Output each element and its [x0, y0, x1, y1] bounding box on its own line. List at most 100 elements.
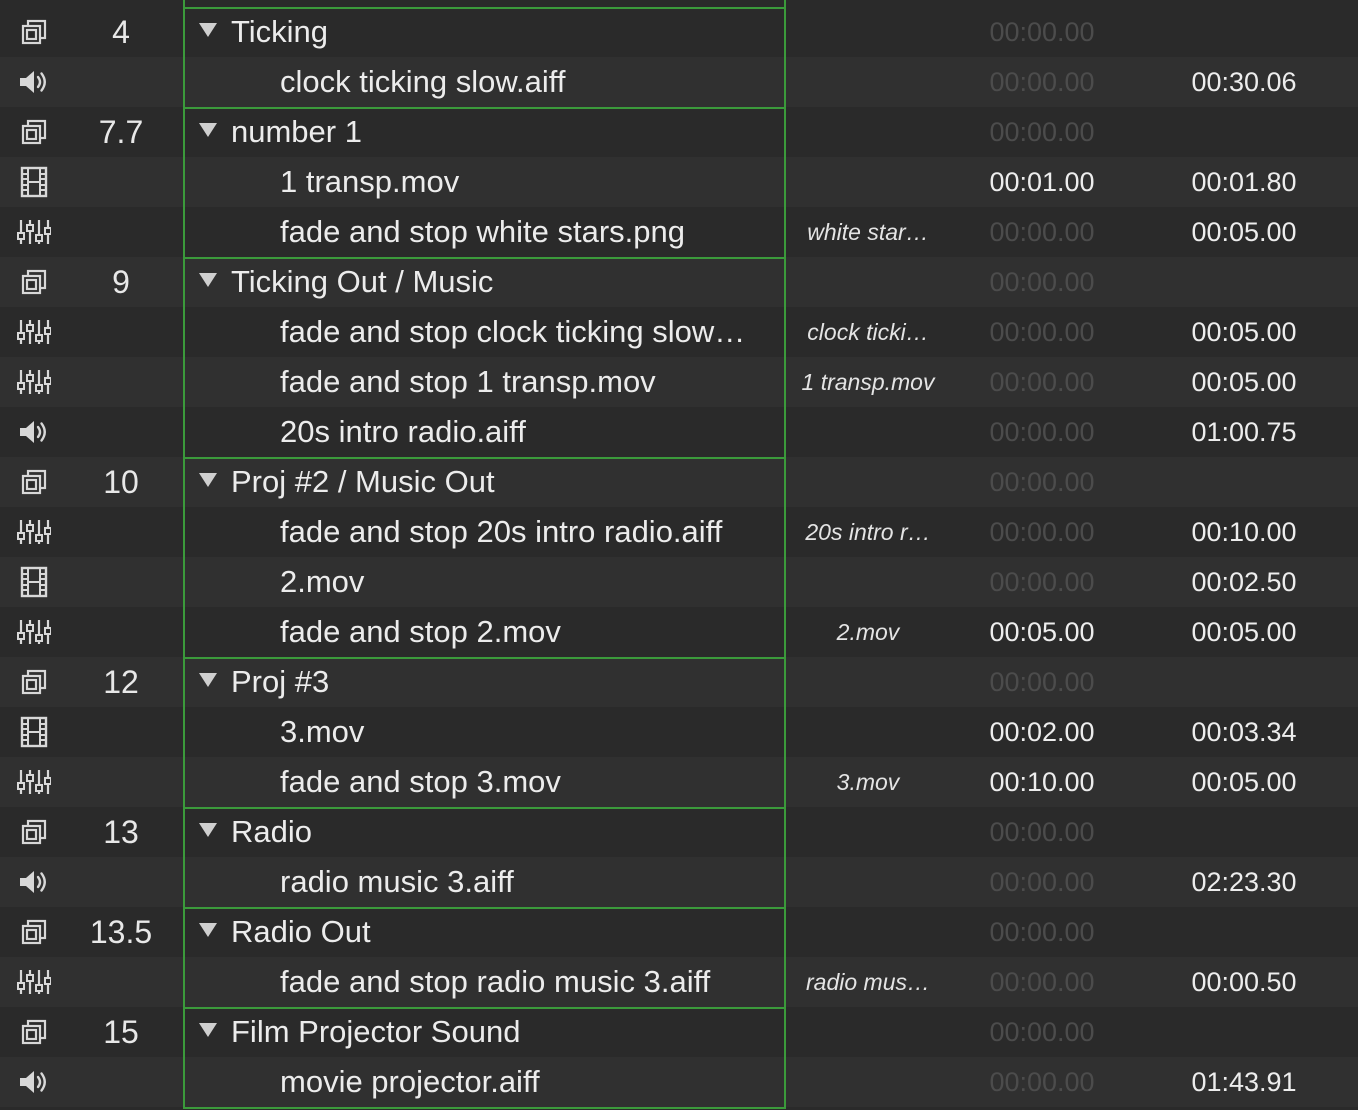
cue-duration[interactable]: 00:30.06 [1158, 57, 1330, 107]
cue-target[interactable]: white star… [787, 207, 949, 257]
cue-name[interactable]: fade and stop 1 transp.mov [183, 357, 785, 407]
cue-name[interactable]: fade and stop radio music 3.aiff [183, 957, 785, 1007]
cue-target[interactable]: radio mus… [787, 957, 949, 1007]
cue-target[interactable]: 20s intro r… [787, 507, 949, 557]
pre-wait[interactable]: 00:01.00 [956, 157, 1128, 207]
cue-name[interactable]: fade and stop clock ticking slow… [183, 307, 785, 357]
cue-name[interactable]: fade and stop 2.mov [183, 607, 785, 657]
cue-row[interactable]: movie projector.aiff 00:00.00 01:43.91 [0, 1057, 1358, 1107]
group-cue-row[interactable]: 10 Proj #2 / Music Out 00:00.00 [0, 457, 1358, 507]
pre-wait[interactable]: 00:00.00 [956, 807, 1128, 857]
cue-duration[interactable]: 00:01.80 [1158, 157, 1330, 207]
cue-name[interactable]: fade and stop white stars.png [183, 207, 785, 257]
cue-duration[interactable]: 00:00.50 [1158, 957, 1330, 1007]
cue-number[interactable] [68, 557, 174, 607]
cue-number[interactable]: 9 [68, 257, 174, 307]
cue-number[interactable] [68, 407, 174, 457]
cue-name[interactable]: radio music 3.aiff [183, 857, 785, 907]
cue-number[interactable]: 13 [68, 807, 174, 857]
cue-row[interactable]: 1 transp.mov 00:01.00 00:01.80 [0, 157, 1358, 207]
cue-row[interactable]: fade and stop 1 transp.mov 1 transp.mov 00… [0, 357, 1358, 407]
cue-duration[interactable]: 01:43.91 [1158, 1057, 1330, 1107]
group-cue-row[interactable]: 9 Ticking Out / Music 00:00.00 [0, 257, 1358, 307]
disclosure-triangle-icon[interactable] [199, 823, 217, 837]
cue-row[interactable]: fade and stop 2.mov 2.mov 00:05.00 00:05.00 [0, 607, 1358, 657]
group-cue-row[interactable]: 7.7 number 1 00:00.00 [0, 107, 1358, 157]
group-cue-row[interactable]: 13.5 Radio Out 00:00.00 [0, 907, 1358, 957]
pre-wait[interactable]: 00:00.00 [956, 407, 1128, 457]
cue-target[interactable] [787, 457, 949, 507]
cue-row[interactable]: 3.mov 00:02.00 00:03.34 [0, 707, 1358, 757]
cue-number[interactable] [68, 857, 174, 907]
cue-duration[interactable] [1158, 907, 1330, 957]
cue-target[interactable] [787, 1057, 949, 1107]
group-cue-row[interactable]: 13 Radio 00:00.00 [0, 807, 1358, 857]
cue-name[interactable]: 3.mov [183, 707, 785, 757]
cue-target[interactable] [787, 7, 949, 57]
pre-wait[interactable]: 00:00.00 [956, 857, 1128, 907]
cue-row[interactable]: fade and stop 20s intro radio.aiff 20s in… [0, 507, 1358, 557]
cue-name[interactable]: fade and stop 20s intro radio.aiff [183, 507, 785, 557]
cue-target[interactable] [787, 157, 949, 207]
disclosure-triangle-icon[interactable] [199, 673, 217, 687]
cue-name[interactable]: number 1 [183, 107, 785, 157]
cue-target[interactable] [787, 1007, 949, 1057]
cue-row[interactable]: clock ticking slow.aiff 00:00.00 00:30.06 [0, 57, 1358, 107]
cue-duration[interactable] [1158, 7, 1330, 57]
cue-row[interactable]: fade and stop 3.mov 3.mov 00:10.00 00:05.00 [0, 757, 1358, 807]
cue-number[interactable]: 10 [68, 457, 174, 507]
cue-duration[interactable] [1158, 457, 1330, 507]
disclosure-triangle-icon[interactable] [199, 923, 217, 937]
cue-target[interactable]: clock ticki… [787, 307, 949, 357]
pre-wait[interactable]: 00:00.00 [956, 1007, 1128, 1057]
pre-wait[interactable]: 00:00.00 [956, 357, 1128, 407]
pre-wait[interactable]: 00:00.00 [956, 507, 1128, 557]
cue-target[interactable] [787, 807, 949, 857]
cue-name[interactable]: Ticking [183, 7, 785, 57]
disclosure-triangle-icon[interactable] [199, 123, 217, 137]
cue-duration[interactable] [1158, 1007, 1330, 1057]
pre-wait[interactable]: 00:00.00 [956, 57, 1128, 107]
cue-target[interactable] [787, 257, 949, 307]
pre-wait[interactable]: 00:00.00 [956, 457, 1128, 507]
cue-target[interactable]: 1 transp.mov [787, 357, 949, 407]
cue-number[interactable]: 7.7 [68, 107, 174, 157]
cue-number[interactable] [68, 357, 174, 407]
group-cue-row[interactable]: 4 Ticking 00:00.00 [0, 7, 1358, 57]
cue-name[interactable]: movie projector.aiff [183, 1057, 785, 1107]
cue-target[interactable]: 3.mov [787, 757, 949, 807]
cue-duration[interactable]: 00:05.00 [1158, 757, 1330, 807]
pre-wait[interactable]: 00:00.00 [956, 307, 1128, 357]
cue-name[interactable]: 20s intro radio.aiff [183, 407, 785, 457]
cue-name[interactable]: Ticking Out / Music [183, 257, 785, 307]
pre-wait[interactable]: 00:10.00 [956, 757, 1128, 807]
disclosure-triangle-icon[interactable] [199, 1023, 217, 1037]
pre-wait[interactable]: 00:00.00 [956, 257, 1128, 307]
cue-target[interactable] [787, 657, 949, 707]
pre-wait[interactable]: 00:00.00 [956, 1057, 1128, 1107]
cue-row[interactable]: fade and stop clock ticking slow… clock t… [0, 307, 1358, 357]
cue-duration[interactable]: 00:03.34 [1158, 707, 1330, 757]
cue-duration[interactable] [1158, 257, 1330, 307]
cue-number[interactable] [68, 207, 174, 257]
cue-name[interactable]: fade and stop 3.mov [183, 757, 785, 807]
cue-target[interactable]: 2.mov [787, 607, 949, 657]
pre-wait[interactable]: 00:00.00 [956, 657, 1128, 707]
cue-row[interactable]: radio music 3.aiff 00:00.00 02:23.30 [0, 857, 1358, 907]
cue-name[interactable]: Proj #2 / Music Out [183, 457, 785, 507]
cue-duration[interactable] [1158, 807, 1330, 857]
cue-duration[interactable]: 01:00.75 [1158, 407, 1330, 457]
cue-duration[interactable]: 00:02.50 [1158, 557, 1330, 607]
disclosure-triangle-icon[interactable] [199, 473, 217, 487]
cue-target[interactable] [787, 907, 949, 957]
cue-duration[interactable]: 00:05.00 [1158, 607, 1330, 657]
cue-row[interactable]: fade and stop radio music 3.aiff radio mu… [0, 957, 1358, 1007]
pre-wait[interactable]: 00:00.00 [956, 907, 1128, 957]
cue-duration[interactable] [1158, 657, 1330, 707]
cue-number[interactable] [68, 157, 174, 207]
cue-number[interactable]: 4 [68, 7, 174, 57]
cue-name[interactable]: Proj #3 [183, 657, 785, 707]
cue-number[interactable] [68, 507, 174, 557]
pre-wait[interactable]: 00:02.00 [956, 707, 1128, 757]
cue-row[interactable]: fade and stop white stars.png white star…… [0, 207, 1358, 257]
